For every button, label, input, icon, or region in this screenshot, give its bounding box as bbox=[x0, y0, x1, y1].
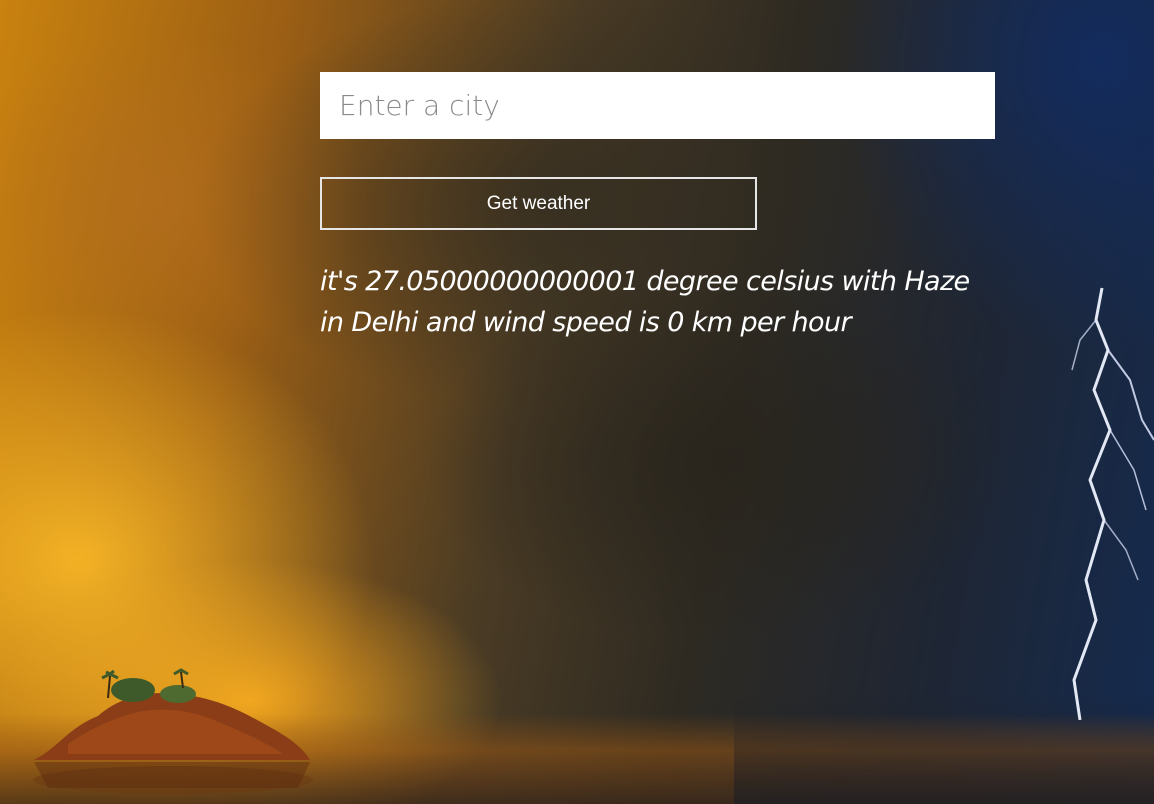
weather-result-text: it's 27.05000000000001 degree celsius wi… bbox=[320, 266, 970, 338]
island-image bbox=[33, 668, 313, 794]
city-search-input[interactable] bbox=[320, 72, 995, 139]
lightning-image bbox=[1071, 287, 1154, 720]
get-weather-button[interactable]: Get weather bbox=[320, 177, 757, 230]
